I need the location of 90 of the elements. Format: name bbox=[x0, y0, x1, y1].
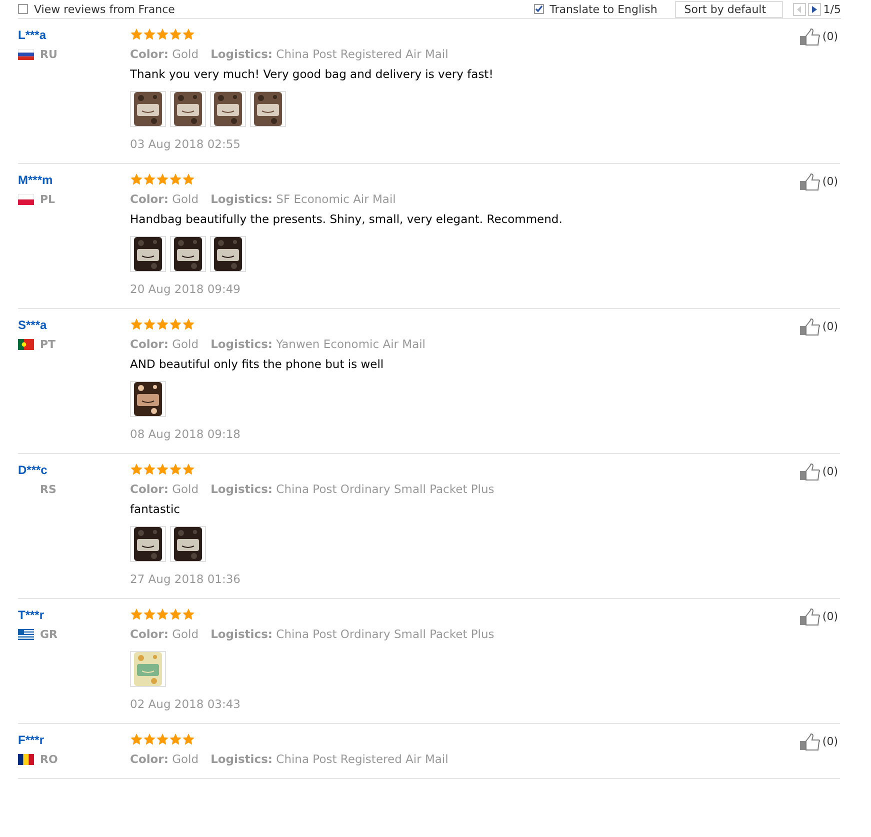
logistics-info: Logistics: SF Economic Air Mail bbox=[210, 192, 396, 206]
like-count: (0) bbox=[822, 464, 838, 480]
color-info: Color: Gold bbox=[130, 192, 199, 206]
star-icon bbox=[130, 28, 143, 41]
reviewer-name: F***r bbox=[18, 733, 46, 747]
review-date: 03 Aug 2018 02:55 bbox=[130, 137, 242, 151]
star-icon bbox=[143, 318, 156, 331]
thumbs-up-icon[interactable] bbox=[799, 463, 822, 481]
star-icon bbox=[130, 733, 143, 746]
star-icon bbox=[182, 733, 195, 746]
review-date: 20 Aug 2018 09:49 bbox=[130, 282, 242, 296]
star-icon bbox=[143, 733, 156, 746]
page-indicator: 1/5 bbox=[823, 2, 841, 16]
sort-dropdown[interactable]: Sort by default bbox=[675, 0, 784, 18]
color-info: Color: Gold bbox=[130, 482, 199, 496]
flag-icon bbox=[18, 754, 34, 765]
flag-icon bbox=[18, 194, 34, 205]
color-info: Color: Gold bbox=[130, 627, 199, 641]
left-arrow-icon bbox=[797, 6, 802, 12]
flag-icon bbox=[18, 49, 34, 60]
star-icon bbox=[169, 463, 182, 476]
reviewer-name: D***c bbox=[18, 463, 48, 477]
reviewer-name: L***a bbox=[18, 28, 48, 42]
star-icon bbox=[182, 173, 195, 186]
checkmark-icon bbox=[534, 5, 543, 13]
thumbs-up-icon[interactable] bbox=[799, 28, 822, 46]
star-icon bbox=[169, 28, 182, 41]
checkbox-label: View reviews from France bbox=[34, 2, 175, 16]
star-icon bbox=[182, 608, 195, 621]
country-code: RO bbox=[40, 753, 58, 766]
logistics-info: Logistics: Yanwen Economic Air Mail bbox=[210, 337, 426, 351]
star-icon bbox=[156, 463, 169, 476]
star-icon bbox=[169, 173, 182, 186]
review-text: fantastic bbox=[130, 502, 181, 516]
thumbs-up-icon[interactable] bbox=[799, 733, 822, 751]
logistics-info: Logistics: China Post Ordinary Small Packet Plus bbox=[210, 627, 494, 641]
next-page-button[interactable] bbox=[808, 2, 822, 16]
star-icon bbox=[156, 733, 169, 746]
logistics-info: Logistics: China Post Registered Air Mail bbox=[210, 752, 448, 766]
logistics-info: Logistics: China Post Registered Air Mail bbox=[210, 47, 448, 61]
star-icon bbox=[130, 608, 143, 621]
checkbox[interactable] bbox=[534, 4, 544, 14]
country-code: GR bbox=[40, 628, 58, 641]
like-count: (0) bbox=[822, 734, 838, 750]
review-text: Handbag beautifully the presents. Shiny, small, very elegant. Recommend. bbox=[130, 212, 564, 226]
star-icon bbox=[143, 463, 156, 476]
star-icon bbox=[169, 318, 182, 331]
reviewer-name: T***r bbox=[18, 608, 46, 622]
review-date: 02 Aug 2018 03:43 bbox=[130, 697, 242, 711]
like-count: (0) bbox=[822, 609, 838, 625]
thumbs-up-icon[interactable] bbox=[799, 173, 822, 191]
color-info: Color: Gold bbox=[130, 47, 199, 61]
review-date: 27 Aug 2018 01:36 bbox=[130, 572, 242, 586]
color-info: Color: Gold bbox=[130, 752, 199, 766]
checkbox-label: Translate to English bbox=[550, 2, 658, 16]
review-date: 08 Aug 2018 09:18 bbox=[130, 427, 242, 441]
flag-icon bbox=[18, 629, 34, 640]
country-code: PL bbox=[40, 193, 56, 206]
thumbs-up-icon[interactable] bbox=[799, 608, 822, 626]
color-info: Color: Gold bbox=[130, 337, 199, 351]
country-code: RU bbox=[40, 48, 58, 61]
logistics-info: Logistics: China Post Ordinary Small Packet Plus bbox=[210, 482, 494, 496]
star-icon bbox=[130, 173, 143, 186]
like-count: (0) bbox=[822, 319, 838, 335]
star-icon bbox=[156, 28, 169, 41]
review-text: Thank you very much! Very good bag and delivery is very fast! bbox=[130, 67, 494, 81]
reviewer-name: M***m bbox=[18, 173, 54, 187]
star-icon bbox=[130, 463, 143, 476]
flag-icon bbox=[18, 339, 34, 350]
like-count: (0) bbox=[822, 174, 838, 190]
star-icon bbox=[182, 28, 195, 41]
review-text: AND beautiful only fits the phone but is well bbox=[130, 357, 385, 371]
country-code: RS bbox=[40, 483, 56, 496]
star-icon bbox=[143, 173, 156, 186]
reviewer-name: S***a bbox=[18, 318, 48, 332]
thumbs-up-icon[interactable] bbox=[799, 318, 822, 336]
star-icon bbox=[156, 608, 169, 621]
star-icon bbox=[130, 318, 143, 331]
country-code: PT bbox=[40, 338, 56, 351]
star-icon bbox=[143, 608, 156, 621]
star-icon bbox=[182, 463, 195, 476]
star-icon bbox=[156, 173, 169, 186]
like-count: (0) bbox=[822, 29, 838, 45]
star-icon bbox=[169, 733, 182, 746]
right-arrow-icon bbox=[812, 6, 818, 12]
star-icon bbox=[169, 608, 182, 621]
star-icon bbox=[143, 28, 156, 41]
checkbox[interactable] bbox=[18, 4, 28, 14]
star-icon bbox=[182, 318, 195, 331]
star-icon bbox=[156, 318, 169, 331]
